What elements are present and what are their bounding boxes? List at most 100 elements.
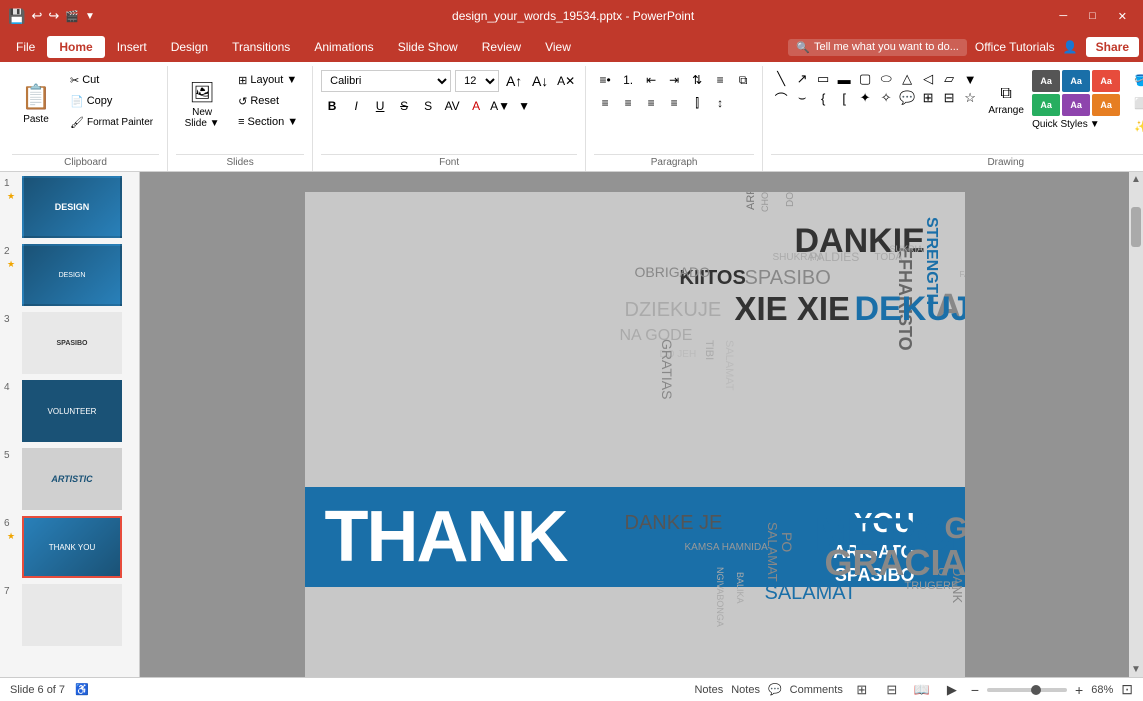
menu-insert[interactable]: Insert [105,36,159,58]
new-slide-button[interactable]: 🖼 NewSlide ▼ [176,70,228,138]
justify-button[interactable]: ≡ [663,93,685,113]
clear-format-button[interactable]: A✕ [555,71,577,91]
shape-star5[interactable]: ✦ [855,89,875,107]
dropdown-icon[interactable]: ▼ [85,11,95,22]
slide-img-4[interactable]: VOLUNTEER [22,380,122,442]
decrease-indent-button[interactable]: ⇤ [640,70,662,90]
shape-misc3[interactable]: ☆ [960,89,980,107]
shadow-button[interactable]: S [417,96,439,116]
shape-callout[interactable]: 💬 [897,89,917,107]
redo-icon[interactable]: ↪ [48,8,59,24]
grow-font-button[interactable]: A↑ [503,71,525,91]
scroll-thumb[interactable] [1131,207,1141,247]
shape-misc1[interactable]: ⊞ [918,89,938,107]
slideshow-button[interactable]: ▶ [941,681,963,699]
slide-img-6[interactable]: THANK YOU [22,516,122,578]
slide-img-7[interactable] [22,584,122,646]
quick-access-icon[interactable]: 🎬 [65,10,79,23]
font-color-arrow[interactable]: ▼ [513,96,535,116]
shape-line[interactable]: ╲ [771,70,791,88]
shape-rtri[interactable]: ◁ [918,70,938,88]
smartart-button[interactable]: ⧉ [732,70,754,90]
reset-button[interactable]: ↺ Reset [232,91,304,111]
qs-item-3[interactable]: Aa [1092,70,1120,92]
quick-styles-dropdown[interactable]: ▼ [1090,119,1100,130]
vertical-scrollbar[interactable]: ▲ ▼ [1129,172,1143,677]
qs-item-2[interactable]: Aa [1062,70,1090,92]
increase-indent-button[interactable]: ⇥ [663,70,685,90]
fit-slide-button[interactable]: ⊡ [1121,681,1133,698]
cut-button[interactable]: ✂ Cut [64,70,159,90]
search-box[interactable]: 🔍 Tell me what you want to do... [788,39,967,56]
align-text-button[interactable]: ≡ [709,70,731,90]
zoom-out-icon[interactable]: − [971,682,979,698]
shape-rect[interactable]: ▭ [813,70,833,88]
menu-design[interactable]: Design [159,36,220,58]
shape-round-rect[interactable]: ▢ [855,70,875,88]
strikethrough-button[interactable]: S [393,96,415,116]
underline-button[interactable]: U [369,96,391,116]
text-highlight-button[interactable]: A▼ [489,96,511,116]
scroll-up-button[interactable]: ▲ [1129,172,1143,187]
slide-thumb-7[interactable]: 7 [4,584,135,646]
slide-img-3[interactable]: SPASIBO [22,312,122,374]
qs-item-5[interactable]: Aa [1062,94,1090,116]
office-tutorials-link[interactable]: Office Tutorials [975,40,1055,54]
shape-ellipse[interactable]: ⬭ [876,70,896,88]
menu-slideshow[interactable]: Slide Show [386,36,470,58]
menu-view[interactable]: View [533,36,583,58]
shape-para[interactable]: ▱ [939,70,959,88]
zoom-slider[interactable] [987,688,1067,692]
shape-curve1[interactable]: ⌒ [771,89,791,107]
character-spacing-button[interactable]: AV [441,96,463,116]
paste-button[interactable]: 📋 Paste [12,70,60,138]
share-button[interactable]: Share [1086,37,1139,57]
zoom-level[interactable]: 68% [1091,684,1113,696]
slide-thumb-1[interactable]: 1 ★ DESIGN [4,176,135,238]
shape-brace[interactable]: { [813,89,833,107]
menu-animations[interactable]: Animations [302,36,385,58]
shape-outline-button[interactable]: ⬜ Shape Outline ▼ [1128,93,1143,113]
italic-button[interactable]: I [345,96,367,116]
slide-thumb-3[interactable]: 3 SPASIBO [4,312,135,374]
layout-button[interactable]: ⊞ Layout ▼ [232,70,304,90]
qs-item-1[interactable]: Aa [1032,70,1060,92]
shape-bracket[interactable]: [ [834,89,854,107]
font-size-selector[interactable]: 12 [455,70,499,92]
font-color-button[interactable]: A [465,96,487,116]
qs-item-4[interactable]: Aa [1032,94,1060,116]
shrink-font-button[interactable]: A↓ [529,71,551,91]
menu-review[interactable]: Review [470,36,533,58]
format-painter-button[interactable]: 🖌 Format Painter [64,112,159,132]
shape-tri[interactable]: △ [897,70,917,88]
notes-button[interactable]: Notes [694,684,723,696]
section-button[interactable]: ≡ Section ▼ [232,112,304,132]
numbering-button[interactable]: 1. [617,70,639,90]
bullets-button[interactable]: ≡• [594,70,616,90]
menu-transitions[interactable]: Transitions [220,36,302,58]
normal-view-button[interactable]: ⊞ [851,681,873,699]
slide-sorter-button[interactable]: ⊟ [881,681,903,699]
menu-file[interactable]: File [4,36,47,58]
shape-curve2[interactable]: ⌣ [792,89,812,107]
shape-more[interactable]: ▼ [960,70,980,88]
align-center-button[interactable]: ≡ [617,93,639,113]
slide-canvas[interactable]: DANKIE ARRIGATO DO JEH CHOUKRANE STRENGT… [305,192,965,677]
qs-item-6[interactable]: Aa [1092,94,1120,116]
shape-effects-button[interactable]: ✨ Shape Effects ▼ [1128,116,1143,136]
slide-thumb-4[interactable]: 4 VOLUNTEER [4,380,135,442]
save-icon[interactable]: 💾 [8,8,25,25]
slide-img-1[interactable]: DESIGN [22,176,122,238]
reading-view-button[interactable]: 📖 [911,681,933,699]
copy-button[interactable]: 📄 Copy [64,91,159,111]
shape-arrow[interactable]: ↗ [792,70,812,88]
shape-star4[interactable]: ✧ [876,89,896,107]
undo-icon[interactable]: ↩ [31,8,42,24]
align-right-button[interactable]: ≡ [640,93,662,113]
text-direction-button[interactable]: ⇅ [686,70,708,90]
slide-panel[interactable]: 1 ★ DESIGN 2 ★ DESIGN 3 SPASIBO 4 VOLUNT… [0,172,140,677]
shape-rect2[interactable]: ▬ [834,70,854,88]
font-family-selector[interactable]: Calibri [321,70,451,92]
restore-button[interactable]: □ [1081,8,1104,24]
bold-button[interactable]: B [321,96,343,116]
